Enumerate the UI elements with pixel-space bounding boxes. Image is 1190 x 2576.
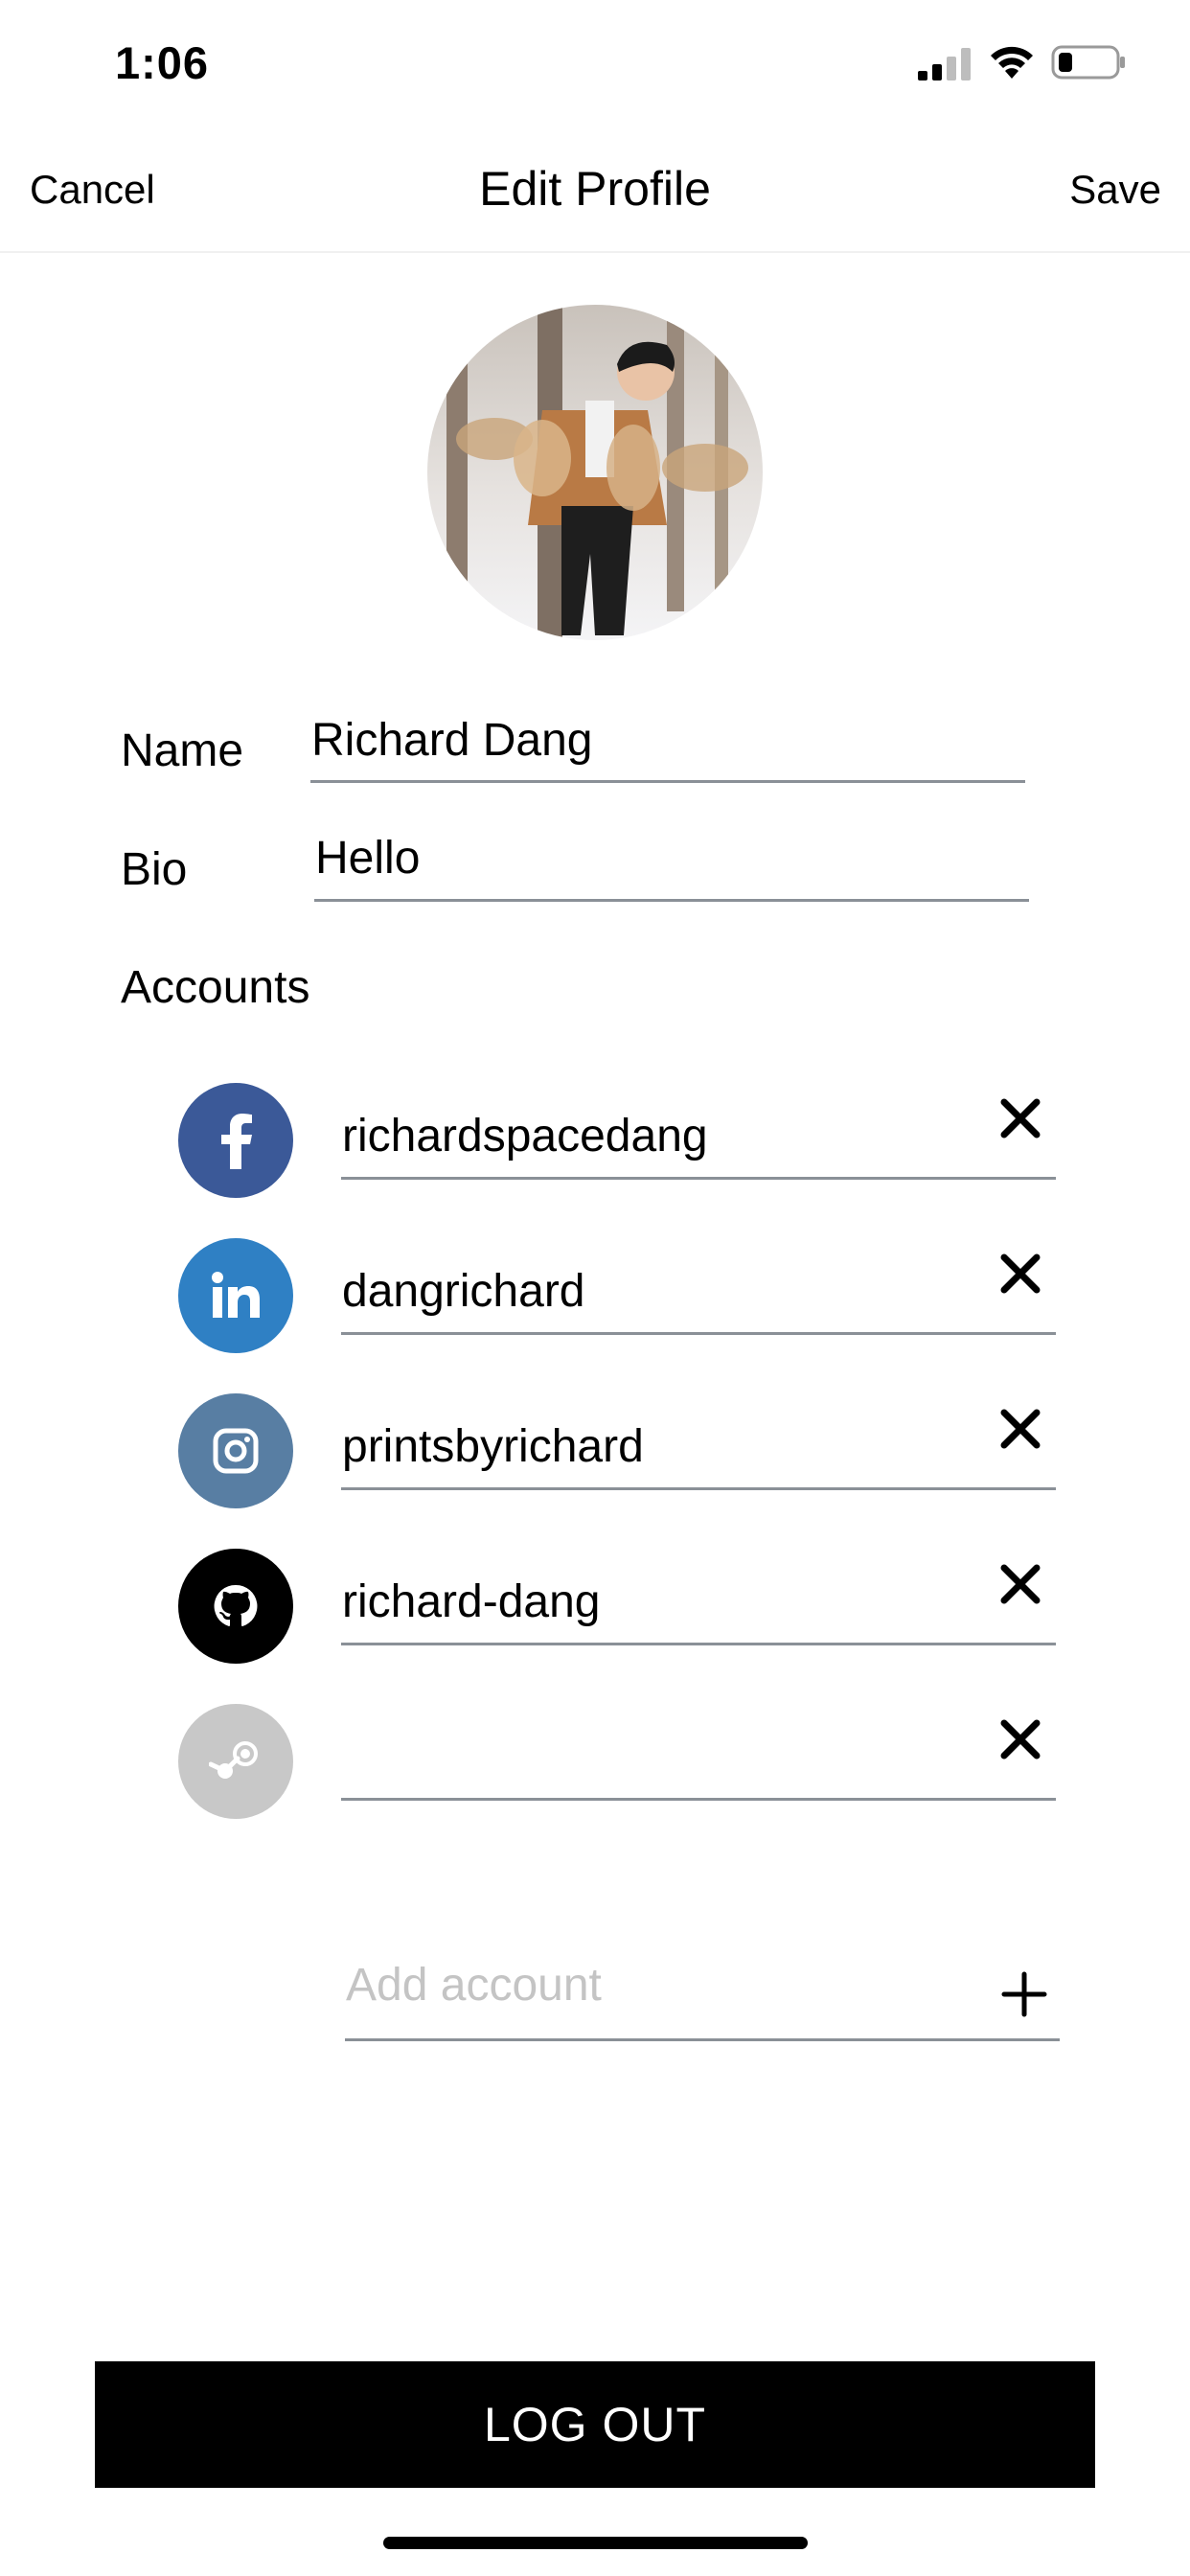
- facebook-icon: [178, 1083, 293, 1198]
- add-account-underline: [345, 2038, 1060, 2041]
- logout-button[interactable]: LOG OUT: [95, 2361, 1095, 2488]
- account-username-github[interactable]: richard-dang: [342, 1576, 600, 1628]
- plus-icon: [1001, 1971, 1047, 2017]
- bio-field-underline: [314, 899, 1029, 902]
- steam-icon: [178, 1704, 293, 1819]
- linkedin-icon: [178, 1238, 293, 1353]
- close-icon: [1000, 1564, 1041, 1604]
- account-underline: [341, 1332, 1056, 1335]
- name-field-underline: [310, 780, 1025, 783]
- accounts-label: Accounts: [121, 962, 310, 1013]
- nav-divider: [0, 251, 1190, 253]
- account-username-facebook[interactable]: richardspacedang: [342, 1110, 708, 1162]
- bio-label: Bio: [121, 844, 188, 895]
- bio-field[interactable]: Hello: [315, 832, 420, 885]
- account-username-linkedin[interactable]: dangrichard: [342, 1265, 585, 1318]
- add-account-button[interactable]: [1000, 1970, 1048, 2018]
- github-icon: [178, 1549, 293, 1664]
- remove-steam-button[interactable]: [996, 1715, 1044, 1763]
- remove-linkedin-button[interactable]: [996, 1250, 1044, 1298]
- remove-facebook-button[interactable]: [996, 1094, 1044, 1142]
- profile-photo[interactable]: [427, 305, 763, 640]
- account-underline: [341, 1643, 1056, 1645]
- page-title: Edit Profile: [479, 162, 711, 216]
- add-account-input[interactable]: Add account: [346, 1959, 602, 2012]
- battery-low-icon: [1051, 44, 1128, 80]
- remove-github-button[interactable]: [996, 1560, 1044, 1608]
- name-field[interactable]: Richard Dang: [311, 714, 592, 767]
- account-username-instagram[interactable]: printsbyrichard: [342, 1420, 644, 1473]
- home-indicator: [383, 2537, 808, 2549]
- close-icon: [1000, 1254, 1041, 1294]
- close-icon: [1000, 1719, 1041, 1760]
- save-button[interactable]: Save: [1069, 167, 1161, 213]
- cellular-signal-icon: [918, 48, 972, 80]
- close-icon: [1000, 1409, 1041, 1449]
- name-label: Name: [121, 725, 244, 776]
- status-time: 1:06: [115, 37, 210, 88]
- account-underline: [341, 1798, 1056, 1801]
- close-icon: [1000, 1098, 1041, 1138]
- instagram-icon: [178, 1393, 293, 1508]
- wifi-icon: [987, 42, 1037, 80]
- account-underline: [341, 1177, 1056, 1180]
- remove-instagram-button[interactable]: [996, 1405, 1044, 1453]
- account-underline: [341, 1487, 1056, 1490]
